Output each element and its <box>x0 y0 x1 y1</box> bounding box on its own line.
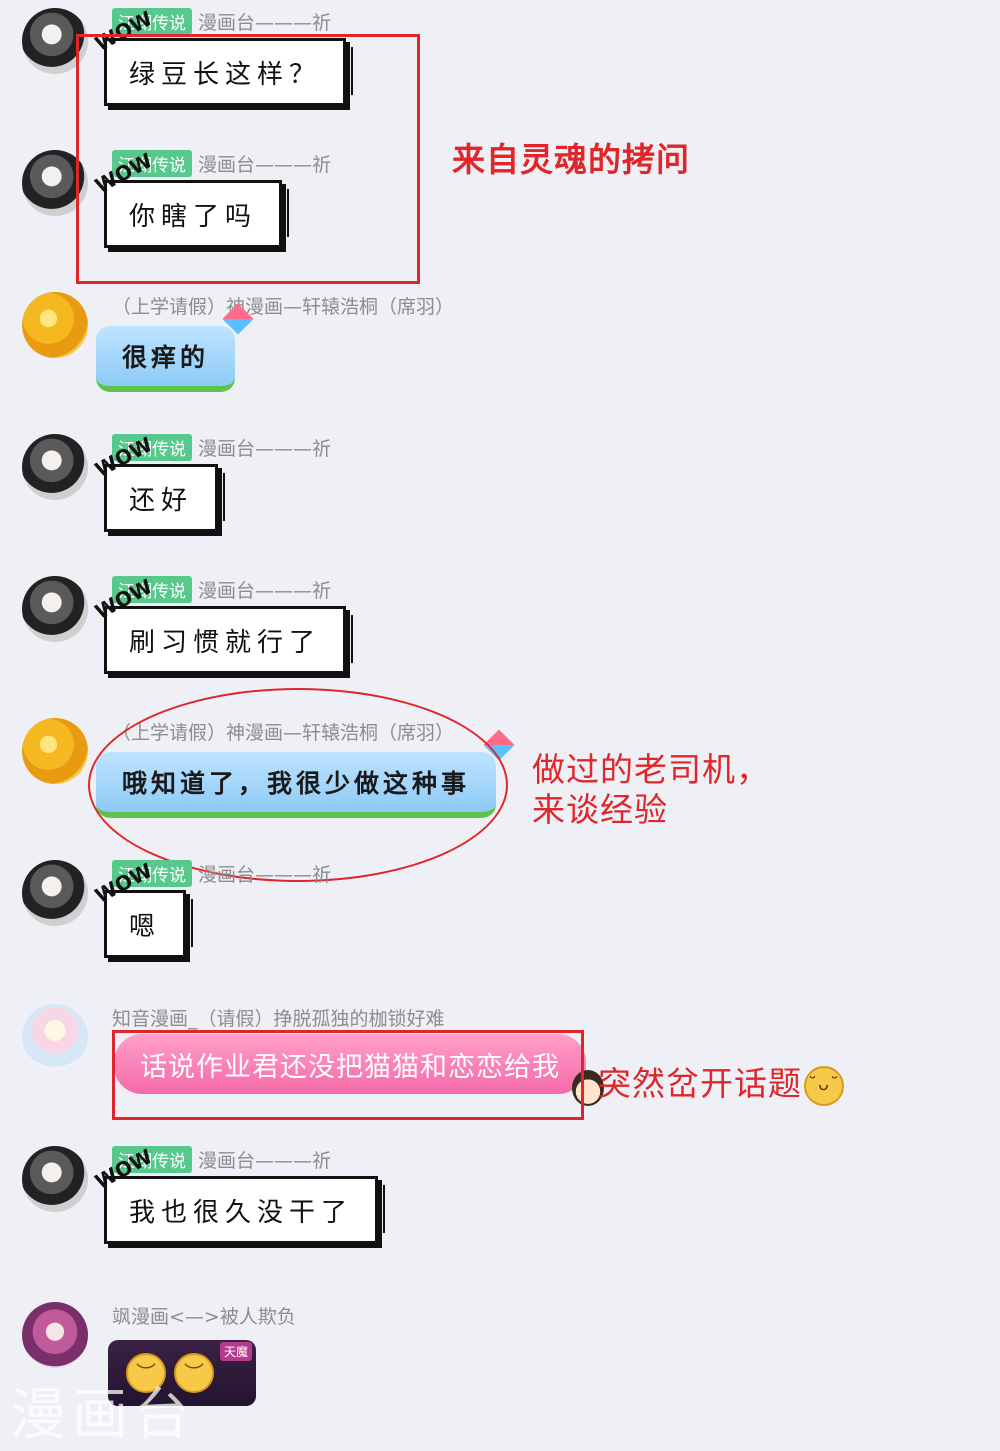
annotation-label: 突然岔开话题 <box>598 1064 802 1103</box>
bubble-decoration <box>183 899 194 947</box>
annotation-box <box>112 1030 584 1120</box>
sender-line: 知音漫画_（请假）挣脱孤独的枷锁好难 <box>112 1004 445 1030</box>
message-bubble[interactable]: WOW 我也很久没干了 <box>91 1144 386 1244</box>
chat-message: 江湖传说 漫画台———祈 WOW 还好 <box>0 432 1000 554</box>
avatar[interactable] <box>22 576 88 642</box>
message-bubble[interactable]: 很痒的 <box>96 303 254 392</box>
sender-name: 漫画台———祈 <box>198 579 332 602</box>
message-text: 我也很久没干了 <box>129 1197 354 1228</box>
chat-message: 江湖传说 漫画台———祈 WOW 嗯 <box>0 858 1000 980</box>
message-bubble[interactable]: WOW 还好 <box>91 432 226 532</box>
annotation-text: 来谈经验 <box>532 790 668 829</box>
avatar[interactable] <box>22 434 88 500</box>
avatar[interactable] <box>22 860 88 926</box>
message-text: 还好 <box>129 485 194 516</box>
laughing-emoji-icon: ˘ᴗ˘ <box>804 1065 844 1106</box>
chat-message: 江湖传说 漫画台———祈 WOW 我也很久没干了 <box>0 1144 1000 1266</box>
bubble-badge: 天魔 <box>219 1342 252 1361</box>
sender-line: （上学请假）神漫画—轩辕浩桐（席羽） <box>112 292 454 318</box>
chat-message: 江湖传说 漫画台———祈 WOW 刷习惯就行了 <box>0 574 1000 696</box>
sender-name: 漫画台———祈 <box>198 11 332 34</box>
chat-message: （上学请假）神漫画—轩辕浩桐（席羽） 很痒的 <box>0 292 1000 412</box>
message-bubble[interactable]: WOW 刷习惯就行了 <box>91 574 354 674</box>
avatar[interactable] <box>22 1302 88 1368</box>
message-text: 刷习惯就行了 <box>129 627 322 658</box>
annotation-box <box>76 34 420 284</box>
avatar[interactable] <box>22 1004 88 1070</box>
sender-name: 漫画台———祈 <box>198 1149 332 1172</box>
avatar[interactable] <box>22 1146 88 1212</box>
avatar[interactable] <box>22 292 88 358</box>
sender-name: 知音漫画_（请假）挣脱孤独的枷锁好难 <box>112 1007 445 1030</box>
message-bubble[interactable]: WOW 嗯 <box>91 858 194 958</box>
bubble-decoration <box>215 473 226 521</box>
annotation-ellipse <box>88 688 508 882</box>
sender-name: 飒漫画<—>被人欺负 <box>112 1305 296 1328</box>
watermark: 漫画台 <box>10 1383 196 1448</box>
bubble-decoration <box>375 1185 386 1233</box>
message-text: 很痒的 <box>122 343 210 372</box>
annotation-text: 做过的老司机， <box>532 750 770 789</box>
annotation-text: 来自灵魂的拷问 <box>452 140 690 179</box>
sender-name: （上学请假）神漫画—轩辕浩桐（席羽） <box>112 295 455 318</box>
sender-line: 飒漫画<—>被人欺负 <box>112 1302 296 1328</box>
avatar[interactable] <box>22 718 88 784</box>
bubble-decoration <box>343 615 354 663</box>
sender-name: 漫画台———祈 <box>198 863 332 886</box>
message-text: 嗯 <box>129 911 162 942</box>
sender-name: 漫画台———祈 <box>198 437 332 460</box>
annotation-text: 突然岔开话题 ˘ᴗ˘ <box>598 1064 844 1106</box>
